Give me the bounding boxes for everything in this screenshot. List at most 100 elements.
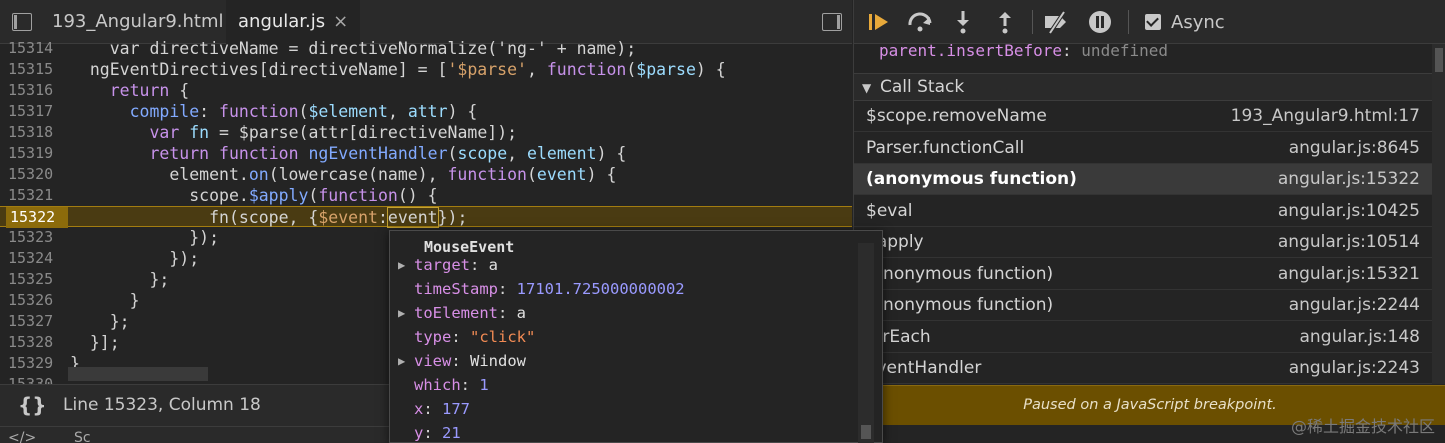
line-number[interactable]: 15315 — [8, 59, 63, 80]
frame-location[interactable]: angular.js:10514 — [1278, 232, 1420, 252]
line-text: }]; — [70, 332, 120, 353]
call-frame[interactable]: $scope.removeName 193_Angular9.html:17 — [854, 101, 1432, 132]
code-token: event — [386, 207, 439, 228]
property-key: view: Window — [414, 352, 526, 370]
line-text: return function ngEventHandler(scope, el… — [70, 143, 626, 164]
pretty-print-icon[interactable]: {} — [18, 393, 46, 417]
scope-variable-value: undefined — [1081, 41, 1168, 60]
call-frame[interactable]: Parser.functionCall angular.js:8645 — [854, 133, 1432, 164]
pause-on-exceptions-icon[interactable] — [1086, 8, 1114, 36]
call-frame[interactable]: (anonymous function) angular.js:15321 — [854, 259, 1432, 290]
line-number[interactable]: 15321 — [8, 185, 63, 206]
line-text: }); — [70, 248, 199, 269]
code-token: function — [546, 60, 627, 79]
property-key-text: toElement — [414, 304, 498, 322]
line-number[interactable]: 15317 — [8, 101, 63, 122]
code-token: }); — [437, 208, 468, 227]
line-number[interactable]: 15314 — [8, 38, 63, 59]
call-frame[interactable]: $eval angular.js:10425 — [854, 196, 1432, 227]
scroll-thumb[interactable] — [1435, 48, 1443, 72]
code-token: { — [169, 81, 190, 100]
deactivate-breakpoints-icon[interactable] — [1042, 8, 1070, 36]
call-stack-title: Call Stack — [880, 77, 965, 97]
line-number[interactable]: 15324 — [8, 248, 63, 269]
line-number[interactable]: 15325 — [8, 269, 63, 290]
frame-location[interactable]: angular.js:10425 — [1278, 201, 1420, 221]
call-frame[interactable]: (anonymous function) angular.js:2244 — [854, 290, 1432, 321]
sidebar-scrollbar[interactable] — [1432, 44, 1445, 384]
async-checkbox[interactable] — [1145, 14, 1161, 30]
line-number[interactable]: 15322 — [6, 207, 68, 228]
code-token: $apply — [248, 186, 309, 205]
line-number[interactable]: 15327 — [8, 311, 63, 332]
call-stack-header[interactable]: ▼ Call Stack — [854, 73, 1445, 101]
code-token: fn(scope, { — [70, 208, 319, 227]
code-token: function — [447, 165, 527, 184]
line-number[interactable]: 15319 — [8, 143, 63, 164]
expand-arrow-icon[interactable]: ▶ — [398, 301, 405, 325]
code-token: var — [149, 123, 180, 142]
line-text: fn(scope, {$event:event}); — [70, 207, 467, 228]
property-key-text: target — [414, 256, 470, 274]
code-token: var directiveName = directiveNormalize('… — [70, 39, 637, 58]
code-token: element. — [70, 165, 249, 184]
drawer-tab-label[interactable]: Sc — [74, 430, 91, 443]
frame-location[interactable]: angular.js:15322 — [1278, 169, 1420, 189]
line-number[interactable]: 15328 — [8, 332, 63, 353]
code-token: function — [219, 144, 299, 163]
toggle-debugger-icon[interactable] — [822, 13, 842, 31]
line-number[interactable]: 15320 — [8, 164, 63, 185]
frame-location[interactable]: angular.js:15321 — [1278, 264, 1420, 284]
property-key: target: a — [414, 256, 499, 274]
code-token: ) { — [695, 60, 726, 79]
expand-arrow-icon[interactable]: ▶ — [398, 253, 405, 277]
code-token: $event — [318, 208, 378, 227]
line-text: var directiveName = directiveNormalize('… — [70, 38, 637, 59]
line-text: } — [70, 290, 140, 311]
line-text: element.on(lowercase(name), function(eve… — [70, 164, 616, 185]
frame-location[interactable]: angular.js:2243 — [1289, 358, 1420, 378]
step-over-icon[interactable] — [906, 8, 934, 36]
expand-arrow-icon[interactable]: ▶ — [398, 349, 405, 373]
call-frame[interactable]: $apply angular.js:10514 — [854, 227, 1432, 258]
line-number[interactable]: 15326 — [8, 290, 63, 311]
call-frame[interactable]: forEach angular.js:148 — [854, 322, 1432, 353]
frame-location[interactable]: angular.js:148 — [1300, 327, 1421, 347]
line-text: compile: function($element, attr) { — [70, 101, 478, 122]
code-token: event — [536, 165, 587, 184]
popover-scrollbar[interactable] — [858, 243, 874, 443]
code-token: '$parse' — [447, 60, 527, 79]
code-token: function — [318, 186, 398, 205]
toggle-navigator-icon[interactable] — [12, 13, 32, 31]
line-text: return { — [70, 80, 189, 101]
line-number[interactable]: 15316 — [8, 80, 63, 101]
frame-function-name: (anonymous function) — [866, 295, 1054, 315]
frame-location[interactable]: angular.js:2244 — [1289, 295, 1420, 315]
property-value: a — [516, 304, 527, 322]
code-token: ( — [626, 60, 637, 79]
code-line: 15319 return function ngEventHandler(sco… — [0, 143, 852, 164]
code-line: 15321 scope.$apply(function() { — [0, 185, 852, 206]
code-line: 15317 compile: function($element, attr) … — [0, 101, 852, 122]
line-number[interactable]: 15318 — [8, 122, 63, 143]
frame-location[interactable]: 193_Angular9.html:17 — [1231, 106, 1420, 126]
call-frame[interactable]: eventHandler angular.js:2243 — [854, 353, 1432, 384]
drawer-tab-icon[interactable]: </> — [8, 430, 36, 443]
property-value: 17101.725000000002 — [516, 280, 685, 298]
code-token: ngEventDirectives[directiveName] = [ — [70, 60, 448, 79]
frame-location[interactable]: angular.js:8645 — [1289, 138, 1420, 158]
line-number[interactable]: 15323 — [8, 227, 63, 248]
scroll-thumb[interactable] — [861, 425, 871, 439]
horizontal-scrollbar[interactable] — [68, 367, 208, 381]
call-frame-selected[interactable]: (anonymous function) angular.js:15322 — [854, 164, 1432, 195]
step-out-icon[interactable] — [991, 8, 1019, 36]
close-tab-icon[interactable]: × — [333, 11, 348, 32]
step-into-icon[interactable] — [949, 8, 977, 36]
line-number[interactable]: 15329 — [8, 353, 63, 374]
property-value: Window — [470, 352, 526, 370]
resume-icon[interactable] — [866, 8, 894, 36]
